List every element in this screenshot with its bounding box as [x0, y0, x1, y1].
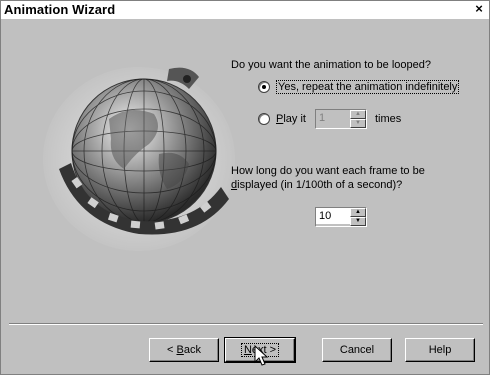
close-icon[interactable]: × — [472, 2, 486, 16]
play-count-option[interactable]: Play it — [258, 113, 306, 125]
loop-question: Do you want the animation to be looped? — [231, 59, 431, 71]
frame-question-line2: displayed (in 1/100th of a second)? — [231, 179, 403, 191]
play-count-radio[interactable] — [258, 113, 270, 125]
frame-question-line1: How long do you want each frame to be — [231, 165, 425, 177]
frame-duration-up-icon[interactable]: ▲ — [350, 208, 366, 217]
play-count-field: 1 — [316, 110, 350, 126]
animation-wizard-dialog: Animation Wizard × Do you want the anima… — [0, 0, 490, 375]
play-count-label: Play it — [276, 113, 306, 125]
play-count-spinner: 1 ▲ ▼ — [315, 109, 367, 129]
cancel-button[interactable]: Cancel — [322, 338, 392, 362]
play-count-down-icon: ▼ — [350, 119, 366, 128]
repeat-label: Yes, repeat the animation indefinitely — [276, 80, 460, 94]
help-button[interactable]: Help — [405, 338, 475, 362]
repeat-indefinitely-option[interactable]: Yes, repeat the animation indefinitely — [258, 80, 460, 94]
frame-duration-down-icon[interactable]: ▼ — [350, 217, 366, 226]
repeat-radio[interactable] — [258, 81, 270, 93]
frame-duration-spinner[interactable]: 10 ▲ ▼ — [315, 207, 367, 227]
button-separator — [9, 323, 483, 325]
play-count-up-icon: ▲ — [350, 110, 366, 119]
title-bar[interactable]: Animation Wizard × — [1, 1, 489, 19]
mouse-pointer-icon — [254, 345, 269, 366]
back-button[interactable]: < Back — [149, 338, 219, 362]
frame-duration-question: How long do you want each frame to be di… — [231, 164, 481, 192]
window-title: Animation Wizard — [4, 2, 116, 17]
frame-duration-field[interactable]: 10 — [316, 208, 350, 224]
globe-film-illustration — [43, 67, 235, 251]
times-label: times — [375, 113, 402, 125]
